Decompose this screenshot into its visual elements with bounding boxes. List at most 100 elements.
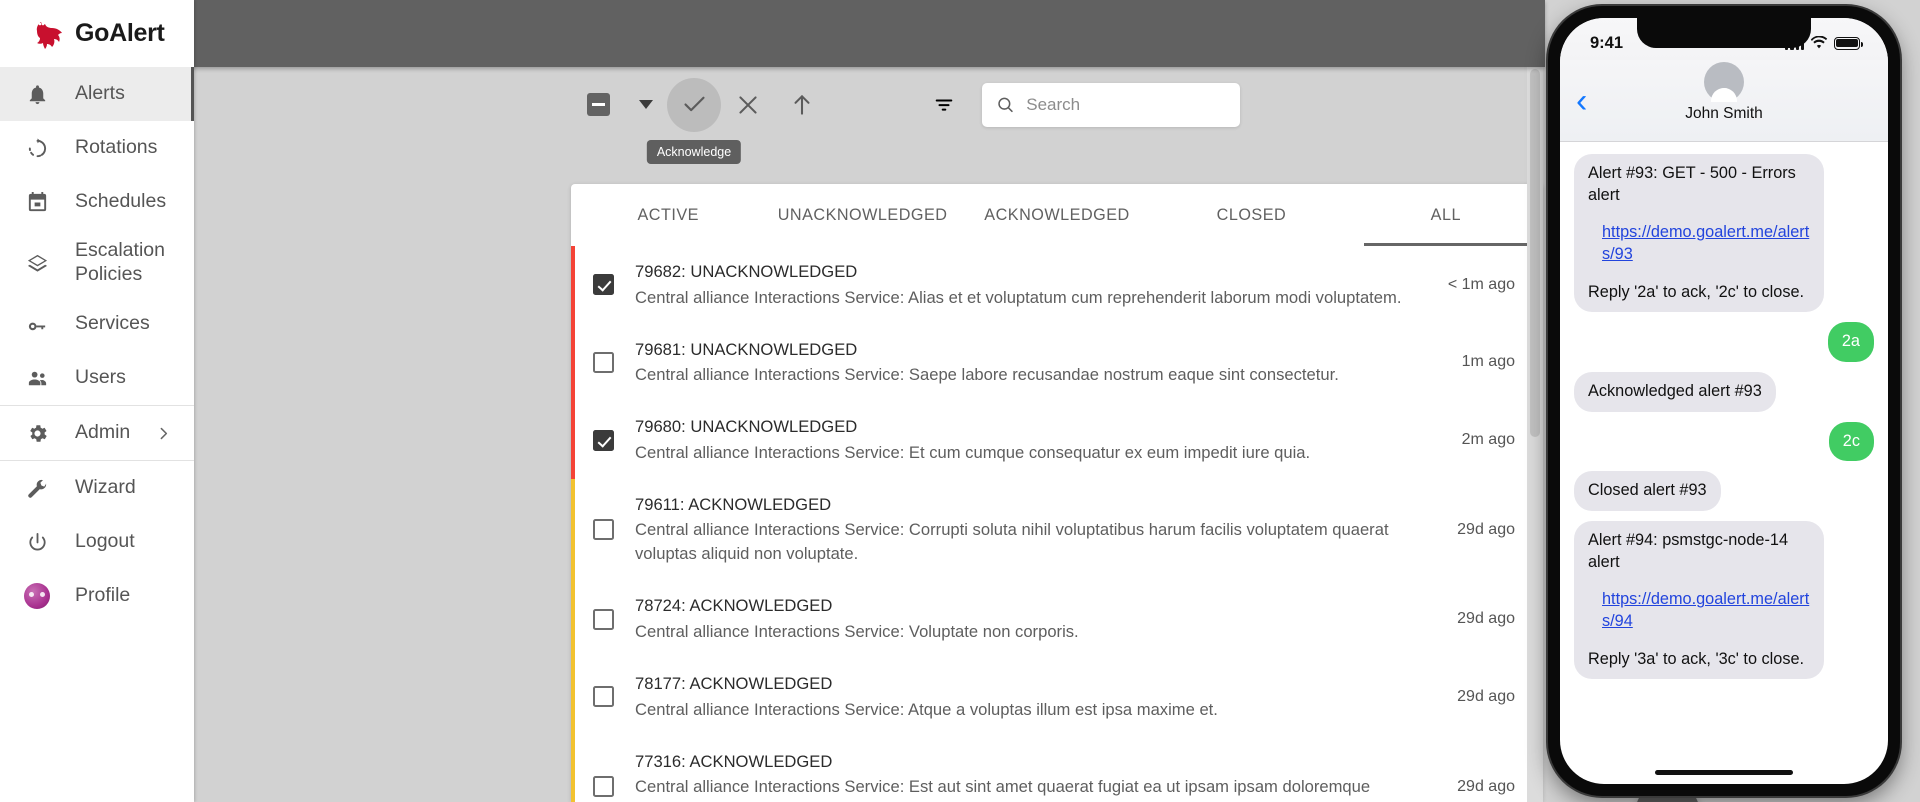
row-checkbox-cell[interactable] — [571, 274, 635, 296]
search-box[interactable] — [982, 82, 1240, 127]
sidebar-item-profile[interactable]: Profile — [0, 569, 194, 623]
row-checkbox-cell[interactable] — [571, 351, 635, 373]
main-scrollbar[interactable] — [1527, 67, 1543, 802]
row-content: 79682: UNACKNOWLEDGED Central alliance In… — [635, 260, 1423, 310]
message-text: Acknowledged alert #93 — [1588, 382, 1762, 401]
tab-closed[interactable]: CLOSED — [1154, 184, 1348, 246]
escalate-button[interactable] — [775, 78, 829, 132]
row-checkbox[interactable] — [592, 776, 614, 798]
sidebar-item-label: Admin — [75, 421, 131, 444]
sidebar-item-users[interactable]: Users — [0, 351, 194, 405]
table-row[interactable]: 78177: ACKNOWLEDGED Central alliance Inte… — [571, 658, 1543, 736]
alerts-tabs: ACTIVE UNACKNOWLEDGED ACKNOWLEDGED CLOSE… — [571, 184, 1543, 246]
message-text: Closed alert #93 — [1588, 481, 1707, 500]
tab-unacknowledged[interactable]: UNACKNOWLEDGED — [765, 184, 959, 246]
app-bar: Alerts — [0, 0, 1545, 67]
reply-instructions: Reply '3a' to ack, '3c' to close. — [1588, 649, 1805, 668]
avatar — [1704, 62, 1744, 102]
tab-acknowledged[interactable]: ACKNOWLEDGED — [960, 184, 1154, 246]
row-checkbox[interactable] — [592, 429, 614, 451]
calendar-icon — [22, 191, 52, 214]
close-button[interactable] — [721, 78, 775, 132]
alert-timestamp: 29d ago — [1457, 687, 1515, 705]
alert-title: 78724: ACKNOWLEDGED — [635, 596, 833, 616]
rotation-icon — [22, 137, 52, 160]
sidebar-item-label: Alerts — [75, 82, 125, 105]
sidebar-item-label: Profile — [75, 584, 131, 607]
alert-timestamp: 29d ago — [1457, 610, 1515, 628]
row-checkbox-cell[interactable] — [571, 519, 635, 541]
sidebar-item-label: Logout — [75, 530, 135, 553]
selection-dropdown-button[interactable] — [625, 78, 667, 132]
row-checkbox-cell[interactable] — [571, 776, 635, 798]
search-icon — [998, 97, 1013, 113]
alert-title: 79682: UNACKNOWLEDGED — [635, 262, 858, 281]
acknowledge-button[interactable]: Acknowledge — [646, 77, 742, 164]
tab-active[interactable]: ACTIVE — [571, 184, 765, 246]
row-content: 79680: UNACKNOWLEDGED Central alliance In… — [635, 415, 1423, 465]
wifi-icon — [1810, 36, 1828, 49]
message-bubble-incoming: Alert #93: GET - 500 - Errors alert https… — [1574, 154, 1824, 313]
alert-link[interactable]: https://demo.goalert.me/alerts/94 — [1602, 589, 1810, 632]
row-checkbox-cell[interactable] — [571, 608, 635, 630]
sidebar-item-services[interactable]: Services — [0, 297, 194, 351]
sidebar-item-label: Escalation Policies — [75, 239, 165, 285]
row-content: 78177: ACKNOWLEDGED Central alliance Inte… — [635, 672, 1423, 722]
battery-icon — [1834, 36, 1864, 50]
alert-summary: Central alliance Interactions Service: C… — [635, 520, 1389, 564]
contact-name: John Smith — [1685, 105, 1763, 122]
row-checkbox-cell[interactable] — [571, 686, 635, 708]
filter-button[interactable] — [920, 81, 968, 129]
status-color-bar — [571, 323, 575, 402]
sidebar-item-label: Services — [75, 312, 150, 335]
table-row[interactable]: 79682: UNACKNOWLEDGED Central alliance In… — [571, 246, 1543, 324]
table-row[interactable]: 79611: ACKNOWLEDGED Central alliance Inte… — [571, 478, 1543, 581]
layers-icon — [22, 252, 52, 275]
sidebar-item-logout[interactable]: Logout — [0, 515, 194, 569]
scrollbar-thumb[interactable] — [1530, 69, 1540, 437]
sidebar-item-schedules[interactable]: Schedules — [0, 175, 194, 229]
row-checkbox[interactable] — [592, 608, 614, 630]
row-checkbox[interactable] — [592, 351, 614, 373]
sidebar-item-alerts[interactable]: Alerts — [0, 67, 194, 121]
alert-timestamp: 29d ago — [1457, 520, 1515, 538]
alert-summary: Central alliance Interactions Service: E… — [635, 442, 1311, 462]
avatar-icon — [22, 583, 52, 609]
row-checkbox-cell[interactable] — [571, 429, 635, 451]
wrench-icon — [22, 477, 52, 500]
brand[interactable]: GoAlert — [0, 0, 194, 67]
alerts-toolbar: Acknowledge — [194, 67, 1545, 164]
sidebar-item-escalation-policies[interactable]: Escalation Policies — [0, 229, 194, 297]
alert-summary: Central alliance Interactions Service: A… — [635, 287, 1402, 307]
table-row[interactable]: 79681: UNACKNOWLEDGED Central alliance In… — [571, 323, 1543, 402]
alerts-card: ACTIVE UNACKNOWLEDGED ACKNOWLEDGED CLOSE… — [571, 184, 1543, 802]
close-icon — [739, 95, 757, 114]
sidebar-item-admin[interactable]: Admin — [0, 406, 194, 460]
phone-mockup: 9:41 ‹ John Smith Alert #93: GET - 500 -… — [1548, 6, 1900, 796]
alert-summary: Central alliance Interactions Service: E… — [635, 777, 1371, 802]
row-checkbox[interactable] — [592, 274, 614, 296]
message-bubble-outgoing: 2a — [1827, 322, 1874, 363]
select-all-checkbox[interactable] — [571, 78, 625, 132]
status-color-bar — [571, 658, 575, 736]
arrow-up-icon — [794, 94, 810, 115]
alert-link[interactable]: https://demo.goalert.me/alerts/93 — [1602, 222, 1810, 265]
row-content: 77316: ACKNOWLEDGED Central alliance Inte… — [635, 750, 1423, 802]
chevron-right-icon — [155, 425, 172, 442]
tab-all[interactable]: ALL — [1349, 184, 1543, 246]
message-bubble-incoming: Acknowledged alert #93 — [1574, 372, 1776, 412]
status-color-bar — [571, 246, 575, 324]
people-icon — [22, 367, 52, 390]
table-row[interactable]: 77316: ACKNOWLEDGED Central alliance Inte… — [571, 735, 1543, 802]
sidebar-item-rotations[interactable]: Rotations — [0, 121, 194, 175]
row-checkbox[interactable] — [592, 519, 614, 541]
sidebar-item-label: Schedules — [75, 190, 167, 213]
row-checkbox[interactable] — [592, 686, 614, 708]
caret-down-icon — [639, 100, 653, 109]
table-row[interactable]: 79680: UNACKNOWLEDGED Central alliance In… — [571, 401, 1543, 479]
search-input[interactable] — [1026, 94, 1226, 115]
table-row[interactable]: 78724: ACKNOWLEDGED Central alliance Inte… — [571, 580, 1543, 659]
reply-instructions: Reply '2a' to ack, '2c' to close. — [1588, 282, 1805, 301]
sidebar-item-wizard[interactable]: Wizard — [0, 461, 194, 515]
message-bubble-outgoing: 2c — [1828, 421, 1874, 462]
